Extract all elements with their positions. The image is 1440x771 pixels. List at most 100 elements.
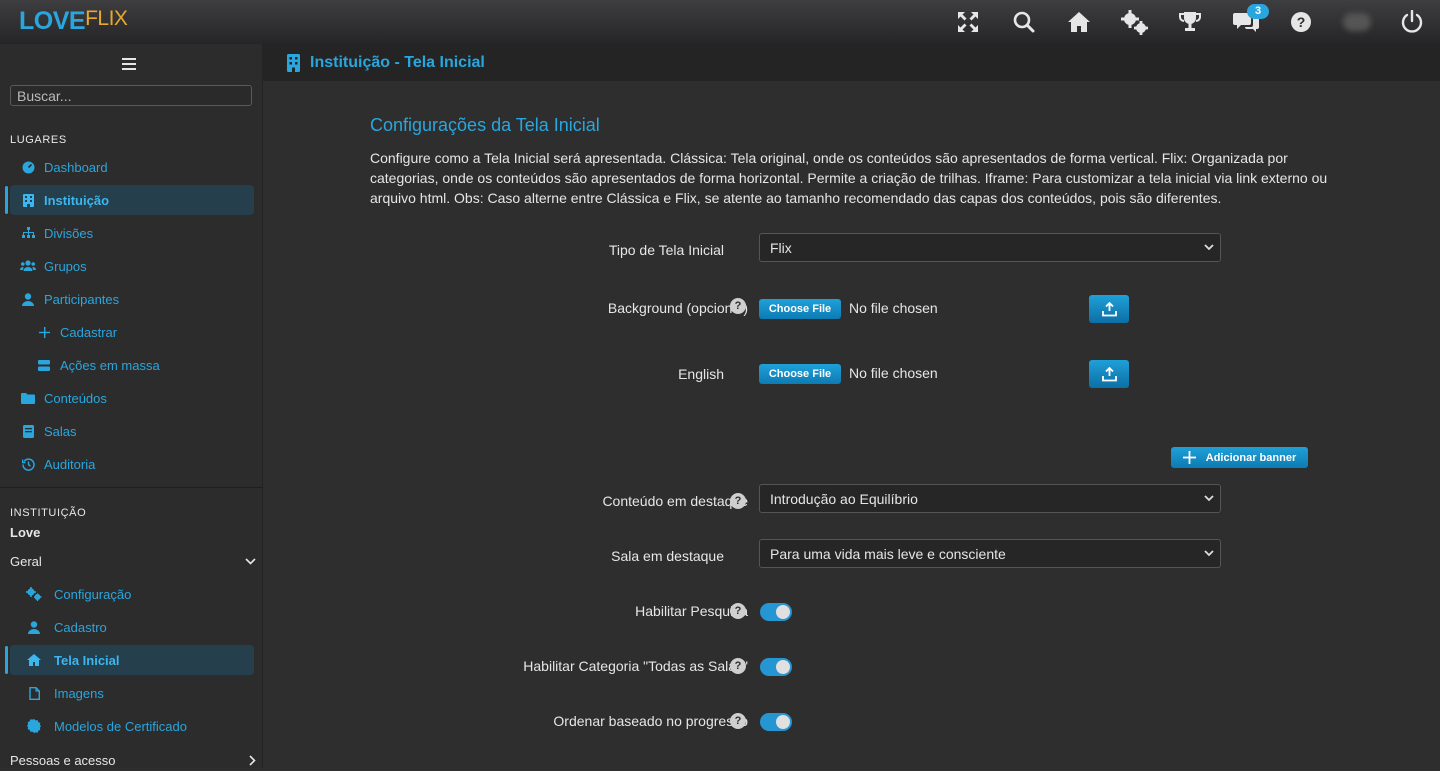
sidebar-item-cadastro[interactable]: Cadastro [10, 612, 254, 642]
plus-icon [1183, 451, 1206, 464]
chevron-down-icon [1204, 244, 1214, 251]
enable-all-rooms-toggle[interactable] [760, 658, 792, 676]
logo-love-text: LOVE [19, 7, 85, 35]
fullscreen-icon[interactable] [941, 0, 997, 44]
sidebar-item-grupos[interactable]: Grupos [10, 251, 254, 281]
dashboard-icon [20, 159, 36, 175]
sidebar-item-salas[interactable]: Salas [10, 416, 254, 446]
background-upload-button[interactable] [1089, 295, 1129, 323]
order-progress-label: Ordenar baseado no progresso [553, 713, 748, 729]
cogs-icon [26, 586, 42, 602]
sidebar-search-input[interactable] [10, 85, 252, 106]
institution-section-label: INSTITUIÇÃO [10, 507, 86, 519]
users-icon [20, 258, 36, 274]
building-icon [20, 192, 36, 208]
chevron-down-icon [1204, 550, 1214, 557]
sidebar-item-divisoes[interactable]: Divisões [10, 218, 254, 248]
upload-icon [1102, 367, 1117, 382]
active-indicator [5, 646, 8, 674]
settings-icon[interactable] [1107, 0, 1163, 44]
file-icon [26, 685, 42, 701]
sidebar-item-acoes-em-massa[interactable]: Ações em massa [10, 350, 254, 380]
sidebar-item-dashboard[interactable]: Dashboard [10, 152, 254, 182]
sidebar-item-label: Modelos de Certificado [54, 719, 187, 734]
sidebar-item-auditoria[interactable]: Auditoria [10, 449, 254, 479]
enable-all-rooms-label-text: Habilitar Categoria "Todas as Salas" [523, 658, 748, 674]
home-icon [26, 652, 42, 668]
group-geral-label: Geral [10, 554, 42, 569]
featured-room-select[interactable]: Para uma vida mais leve e consciente [759, 539, 1221, 568]
english-upload-button[interactable] [1089, 360, 1129, 388]
sidebar-item-label: Auditoria [44, 457, 95, 472]
sidebar-item-label: Cadastrar [60, 325, 117, 340]
sidebar-item-label: Configuração [54, 587, 131, 602]
institution-name: Love [10, 525, 40, 540]
background-label: Background (opcional) [608, 300, 748, 316]
sidebar: LUGARES Dashboard Instituição Divisões G… [0, 44, 263, 768]
sidebar-item-participantes[interactable]: Participantes [10, 284, 254, 314]
main-content: Configurações da Tela Inicial Configure … [263, 81, 1440, 768]
loveflix-logo[interactable]: LOVEFLIX [19, 7, 127, 36]
sidebar-item-label: Cadastro [54, 620, 107, 635]
sidebar-item-label: Participantes [44, 292, 119, 307]
server-icon [36, 357, 52, 373]
hamburger-icon[interactable] [122, 58, 136, 70]
logo-flix-text: FLIX [85, 7, 127, 30]
page-header: Instituição - Tela Inicial [263, 44, 1440, 81]
featured-content-select[interactable]: Introdução ao Equilíbrio [759, 484, 1221, 513]
power-icon[interactable] [1385, 0, 1440, 44]
sidebar-item-label: Dashboard [44, 160, 108, 175]
sidebar-item-tela-inicial[interactable]: Tela Inicial [10, 645, 254, 675]
group-geral[interactable]: Geral [10, 550, 256, 572]
sidebar-item-label: Divisões [44, 226, 93, 241]
user-icon [20, 291, 36, 307]
trophy-icon[interactable] [1163, 0, 1219, 44]
background-label-text: Background (opcional) [608, 300, 748, 316]
help-icon[interactable]: ? [730, 298, 746, 314]
background-choose-file-button[interactable]: Choose File [759, 299, 841, 319]
places-section-label: LUGARES [10, 134, 67, 146]
help-icon[interactable]: ? [730, 658, 746, 674]
add-banner-button[interactable]: Adicionar banner [1171, 447, 1308, 468]
order-progress-toggle[interactable] [760, 713, 792, 731]
sitemap-icon [20, 225, 36, 241]
sidebar-item-label: Grupos [44, 259, 87, 274]
chevron-down-icon [245, 558, 256, 565]
svg-text:?: ? [1297, 14, 1306, 30]
user-icon [26, 619, 42, 635]
search-icon[interactable] [996, 0, 1052, 44]
plus-icon [36, 324, 52, 340]
enable-all-rooms-label: Habilitar Categoria "Todas as Salas" [523, 658, 748, 674]
help-icon[interactable]: ? [730, 603, 746, 619]
sidebar-item-configuracao[interactable]: Configuração [10, 579, 254, 609]
sidebar-item-conteudos[interactable]: Conteúdos [10, 383, 254, 413]
order-progress-label-text: Ordenar baseado no progresso [553, 713, 748, 729]
sidebar-item-instituicao[interactable]: Instituição [10, 185, 254, 215]
sidebar-item-label: Ações em massa [60, 358, 160, 373]
home-type-label: Tipo de Tela Inicial [609, 242, 724, 258]
sidebar-item-imagens[interactable]: Imagens [10, 678, 254, 708]
help-icon[interactable]: ? [1274, 0, 1330, 44]
featured-content-label: Conteúdo em destaque [602, 493, 748, 509]
history-icon [20, 456, 36, 472]
upload-icon [1102, 302, 1117, 317]
featured-content-value: Introdução ao Equilíbrio [770, 491, 918, 507]
sidebar-item-cadastrar[interactable]: Cadastrar [10, 317, 254, 347]
chat-icon[interactable]: 3 [1218, 0, 1274, 44]
active-indicator [5, 186, 8, 214]
chevron-right-icon [249, 755, 256, 766]
help-icon[interactable]: ? [730, 493, 746, 509]
chevron-down-icon [1204, 495, 1214, 502]
home-type-select[interactable]: Flix [759, 233, 1221, 262]
top-bar: LOVEFLIX 3 ? [0, 0, 1440, 44]
avatar[interactable] [1329, 0, 1385, 44]
sidebar-item-modelos-de-certificado[interactable]: Modelos de Certificado [10, 711, 254, 741]
enable-search-toggle[interactable] [760, 603, 792, 621]
english-choose-file-button[interactable]: Choose File [759, 364, 841, 384]
sidebar-item-label: Salas [44, 424, 77, 439]
sidebar-item-label: Conteúdos [44, 391, 107, 406]
help-icon[interactable]: ? [730, 713, 746, 729]
home-icon[interactable] [1052, 0, 1108, 44]
section-title: Configurações da Tela Inicial [370, 115, 600, 136]
english-label: English [678, 366, 724, 382]
